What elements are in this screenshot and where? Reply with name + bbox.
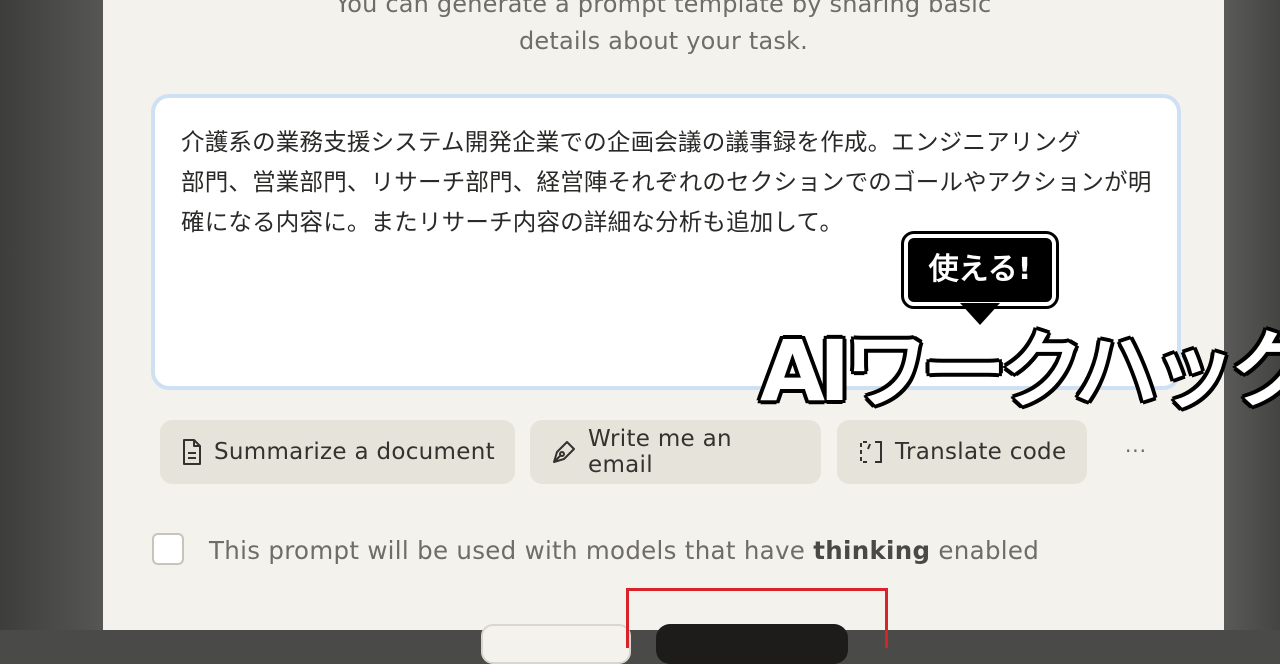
subtitle-line-2: details about your task. xyxy=(518,27,808,55)
cancel-button[interactable] xyxy=(481,624,631,664)
watermark-bubble: 使える! xyxy=(901,231,1059,309)
suggestion-write-email[interactable]: Write me an email xyxy=(530,420,821,484)
suggestion-label: Translate code xyxy=(895,439,1067,465)
code-bracket-icon xyxy=(860,441,882,463)
thinking-enabled-checkbox[interactable] xyxy=(152,533,184,565)
task-description-text[interactable]: 介護系の業務支援システム開発企業での企画会議の議事録を作成。エンジニアリング 部… xyxy=(181,122,1161,242)
pen-icon xyxy=(553,441,575,463)
thinking-label-suffix: enabled xyxy=(930,536,1040,565)
thinking-enabled-label[interactable]: This prompt will be used with models tha… xyxy=(209,535,1039,567)
prompt-generator-dialog: You can generate a prompt template by sh… xyxy=(103,0,1224,664)
subtitle-line-1: You can generate a prompt template by sh… xyxy=(335,0,992,18)
document-icon xyxy=(183,439,201,465)
highlight-frame xyxy=(626,588,888,648)
thinking-label-bold: thinking xyxy=(813,536,931,565)
watermark-logo: AIワークハック xyxy=(758,320,1280,422)
more-suggestions-button[interactable]: ··· xyxy=(1121,436,1151,466)
suggestion-label: Summarize a document xyxy=(214,439,495,465)
suggestion-translate-code[interactable]: Translate code xyxy=(837,420,1087,484)
thinking-label-prefix: This prompt will be used with models tha… xyxy=(209,536,814,565)
suggestion-summarize-document[interactable]: Summarize a document xyxy=(160,420,515,484)
backdrop-left xyxy=(0,0,103,630)
suggestion-label: Write me an email xyxy=(588,426,732,478)
dialog-subtitle: You can generate a prompt template by sh… xyxy=(103,0,1224,60)
backdrop-right xyxy=(1224,0,1280,630)
